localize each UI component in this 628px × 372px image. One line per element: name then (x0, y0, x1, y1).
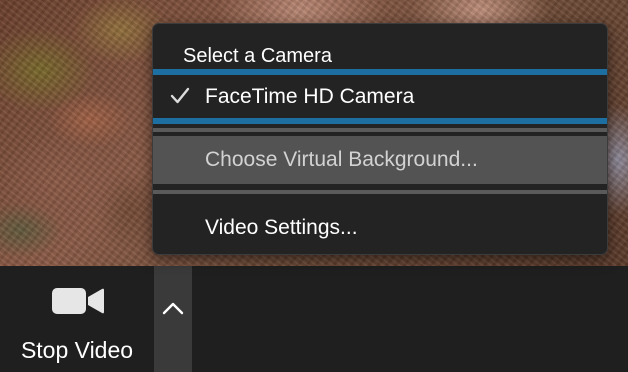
camera-menu: Select a Camera FaceTime HD Camera Choos… (152, 23, 608, 255)
meeting-toolbar: Stop Video (0, 266, 628, 372)
selection-highlight-bottom (153, 118, 607, 124)
menu-separator (153, 128, 607, 132)
check-icon (170, 87, 190, 104)
stop-video-label: Stop Video (20, 337, 134, 363)
menu-separator (153, 190, 607, 194)
video-settings-label: Video Settings... (205, 216, 358, 239)
camera-option-facetime-hd[interactable]: FaceTime HD Camera (153, 75, 607, 118)
choose-virtual-background-label: Choose Virtual Background... (205, 148, 478, 171)
choose-virtual-background-item[interactable]: Choose Virtual Background... (153, 136, 607, 184)
menu-header: Select a Camera (183, 45, 332, 67)
camera-option-label: FaceTime HD Camera (205, 85, 415, 108)
video-camera-icon (52, 288, 104, 314)
video-settings-item[interactable]: Video Settings... (153, 200, 607, 248)
zoom-video-window: Stop Video Select a Camera FaceTime HD C… (0, 0, 628, 372)
chevron-up-icon (162, 302, 184, 315)
stop-video-button[interactable]: Stop Video (0, 266, 154, 372)
video-options-caret[interactable] (154, 266, 192, 372)
